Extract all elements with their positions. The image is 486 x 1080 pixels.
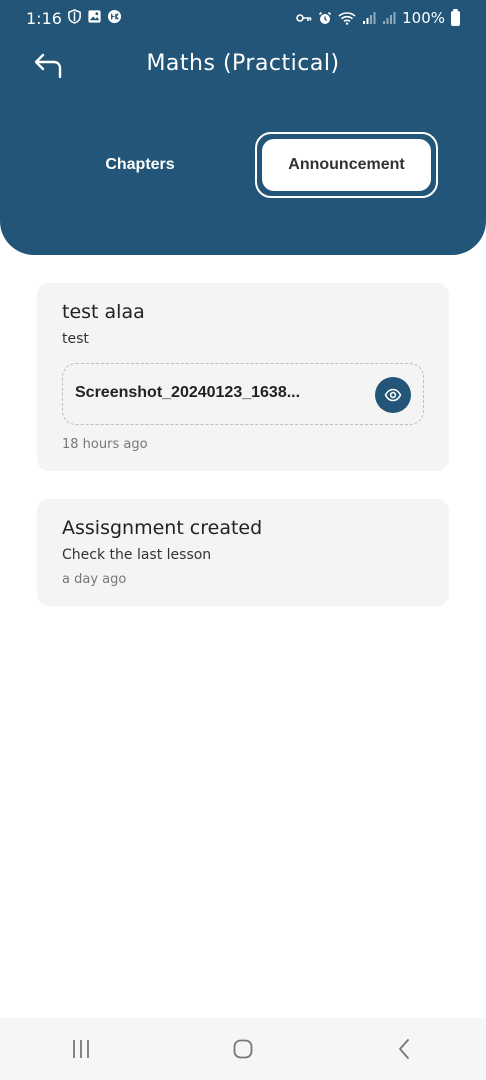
announcement-time: 18 hours ago xyxy=(62,437,148,452)
attachment[interactable]: Screenshot_20240123_1638... xyxy=(62,363,424,425)
attachment-name: Screenshot_20240123_1638... xyxy=(75,384,301,401)
back-icon xyxy=(399,1039,409,1059)
status-right: 100% xyxy=(296,8,460,27)
view-attachment-button[interactable] xyxy=(375,377,411,413)
signal-icon xyxy=(363,12,376,24)
announcement-body: test xyxy=(62,331,89,347)
eye-icon xyxy=(384,388,402,402)
announcement-card[interactable]: test alaa test Screenshot_20240123_1638.… xyxy=(37,283,449,471)
tab-announcement[interactable]: Announcement xyxy=(262,139,431,191)
page-title: Maths (Practical) xyxy=(146,51,340,76)
announcements-screen: 1:16 100% Maths (Practical) Chapters Ann… xyxy=(0,0,486,1080)
recent-apps-button[interactable] xyxy=(51,1024,111,1074)
image-icon xyxy=(88,10,101,23)
nav-back-button[interactable] xyxy=(375,1024,435,1074)
announcement-title: Assisgnment created xyxy=(62,517,263,539)
announcement-card[interactable]: Assisgnment created Check the last lesso… xyxy=(37,499,449,606)
recent-apps-icon xyxy=(73,1040,89,1058)
home-icon xyxy=(233,1039,253,1059)
alarm-icon xyxy=(319,11,332,24)
announcement-body: Check the last lesson xyxy=(62,547,212,563)
key-icon xyxy=(296,14,312,22)
signal-icon xyxy=(383,12,396,24)
battery-icon xyxy=(451,8,460,26)
battery-percent: 100% xyxy=(402,9,445,27)
shield-icon xyxy=(68,9,81,24)
tab-announcement-outline: Announcement xyxy=(255,132,438,198)
announcement-time: a day ago xyxy=(62,572,127,587)
header: 1:16 100% Maths (Practical) Chapters Ann… xyxy=(0,0,486,255)
wifi-icon xyxy=(338,12,356,25)
status-bar: 1:16 100% xyxy=(0,0,486,36)
status-left-icons xyxy=(67,9,122,24)
home-button[interactable] xyxy=(213,1024,273,1074)
status-time: 1:16 xyxy=(26,9,62,28)
notification-badge-icon xyxy=(107,9,122,24)
tab-chapters[interactable]: Chapters xyxy=(70,137,210,193)
announcement-title: test alaa xyxy=(62,301,145,323)
system-nav-bar xyxy=(0,1018,486,1080)
